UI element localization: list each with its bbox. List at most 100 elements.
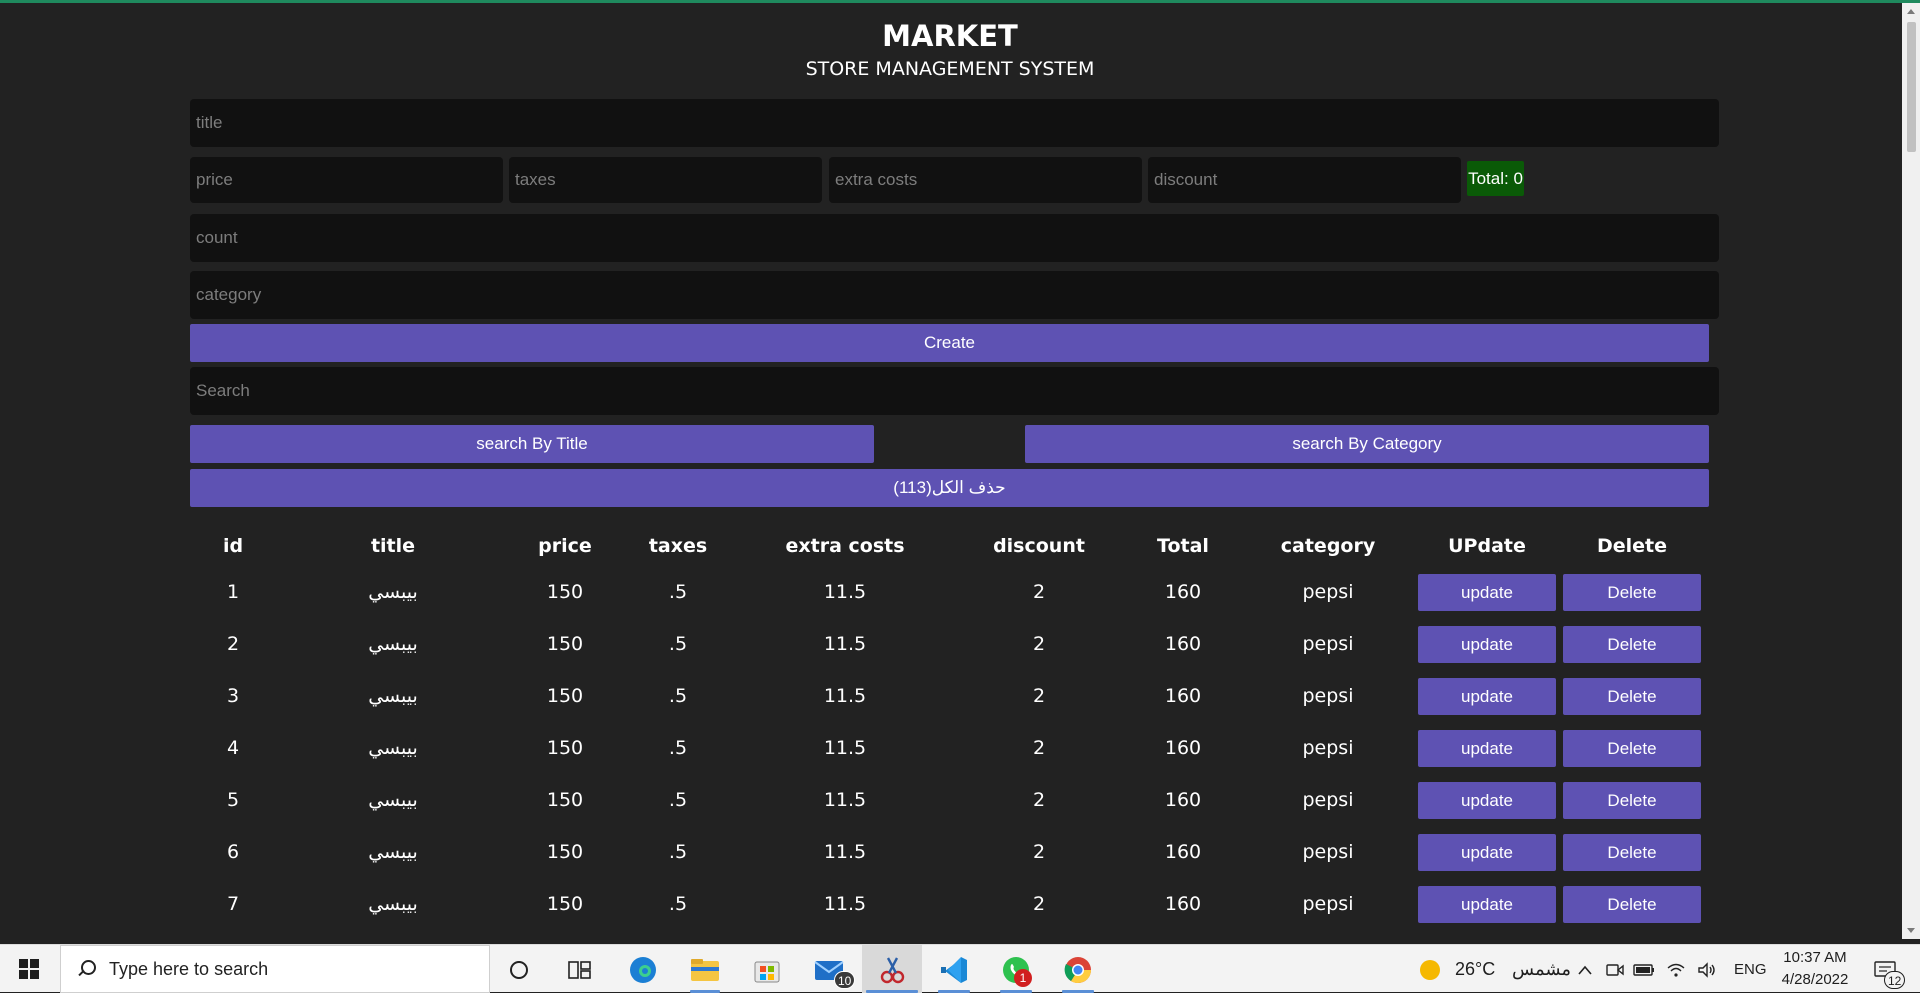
cell-price: 150: [546, 581, 584, 603]
cell-extra-costs: 11.5: [823, 581, 867, 603]
cell-extra-costs: 11.5: [823, 789, 867, 811]
scroll-down-icon[interactable]: [1907, 928, 1915, 933]
file-explorer-icon[interactable]: [688, 953, 722, 987]
cell-id: 2: [226, 633, 240, 655]
extra-costs-input[interactable]: [829, 157, 1142, 203]
table-row: 1 بيبسي 150 .5 11.5 2 160 pepsi update Delete: [190, 566, 1704, 618]
cell-discount: 2: [1032, 841, 1046, 863]
cell-id: 6: [226, 841, 240, 863]
price-input[interactable]: [190, 157, 503, 203]
total-badge: Total: 0: [1467, 161, 1524, 196]
update-button[interactable]: update: [1418, 729, 1556, 767]
cell-title: بيبسي: [368, 841, 418, 863]
cell-taxes: .5: [668, 633, 688, 655]
weather-temperature[interactable]: 26°C: [1455, 959, 1495, 980]
products-table: id title price taxes extra costs discoun…: [190, 526, 1704, 930]
cell-category: pepsi: [1302, 633, 1354, 655]
wifi-icon[interactable]: [1664, 953, 1688, 987]
update-button[interactable]: update: [1418, 885, 1556, 923]
delete-button[interactable]: Delete: [1563, 833, 1701, 871]
title-input[interactable]: [190, 99, 1719, 147]
store-icon[interactable]: [750, 953, 784, 987]
mail-badge: 10: [834, 971, 856, 989]
update-button[interactable]: update: [1418, 573, 1556, 611]
cell-taxes: .5: [668, 841, 688, 863]
page-title: MARKET: [882, 19, 1018, 53]
cell-taxes: .5: [668, 685, 688, 707]
app-page: MARKET STORE MANAGEMENT SYSTEM Total: 0 …: [0, 3, 1902, 939]
cell-extra-costs: 11.5: [823, 841, 867, 863]
update-cell: update: [1414, 826, 1560, 878]
update-cell: update: [1414, 618, 1560, 670]
col-header-discount: discount: [993, 535, 1085, 557]
delete-button[interactable]: Delete: [1563, 625, 1701, 663]
search-input[interactable]: [190, 367, 1719, 415]
delete-cell: Delete: [1560, 826, 1704, 878]
create-button[interactable]: Create: [190, 324, 1709, 362]
cell-title: بيبسي: [368, 789, 418, 811]
meet-now-icon[interactable]: [1604, 953, 1626, 987]
cell-discount: 2: [1032, 633, 1046, 655]
search-by-category-button[interactable]: search By Category: [1025, 425, 1709, 463]
col-header-id: id: [222, 535, 244, 557]
page-scrollbar[interactable]: [1902, 3, 1920, 939]
update-button[interactable]: update: [1418, 781, 1556, 819]
cell-taxes: .5: [668, 789, 688, 811]
cell-taxes: .5: [668, 737, 688, 759]
cell-category: pepsi: [1302, 737, 1354, 759]
cell-discount: 2: [1032, 789, 1046, 811]
start-button[interactable]: [0, 945, 58, 993]
cell-id: 3: [226, 685, 240, 707]
delete-button[interactable]: Delete: [1563, 885, 1701, 923]
scrollbar-thumb[interactable]: [1907, 22, 1916, 152]
cell-title: بيبسي: [368, 581, 418, 603]
col-header-category: category: [1280, 535, 1376, 557]
chevron-up-icon[interactable]: [1573, 953, 1597, 987]
cell-title: بيبسي: [368, 633, 418, 655]
cell-total: 160: [1164, 581, 1202, 603]
clock-time[interactable]: 10:37 AM: [1780, 949, 1850, 966]
count-input[interactable]: [190, 214, 1719, 262]
cell-title: بيبسي: [368, 685, 418, 707]
taskbar-search-box[interactable]: Type here to search: [60, 945, 490, 993]
windows-taskbar: Type here to search 10 1 26°C مشمس ENG 1…: [0, 944, 1920, 993]
col-header-delete: Delete: [1596, 535, 1668, 557]
col-header-taxes: taxes: [648, 535, 708, 557]
delete-button[interactable]: Delete: [1563, 677, 1701, 715]
delete-all-button[interactable]: حذف الكل(113): [190, 469, 1709, 507]
table-header-row: id title price taxes extra costs discoun…: [190, 526, 1704, 566]
chrome-icon[interactable]: [1061, 953, 1095, 987]
cell-taxes: .5: [668, 581, 688, 603]
volume-icon[interactable]: [1695, 953, 1719, 987]
delete-button[interactable]: Delete: [1563, 781, 1701, 819]
delete-button[interactable]: Delete: [1563, 573, 1701, 611]
cell-id: 1: [226, 581, 240, 603]
update-button[interactable]: update: [1418, 833, 1556, 871]
search-by-title-button[interactable]: search By Title: [190, 425, 874, 463]
weather-sun-icon[interactable]: [1412, 953, 1448, 987]
update-button[interactable]: update: [1418, 677, 1556, 715]
cell-price: 150: [546, 893, 584, 915]
clock-date[interactable]: 4/28/2022: [1776, 971, 1854, 988]
table-row: 5 بيبسي 150 .5 11.5 2 160 pepsi update Delete: [190, 774, 1704, 826]
page-subtitle: STORE MANAGEMENT SYSTEM: [805, 58, 1095, 80]
windows-logo-icon: [19, 959, 39, 979]
weather-condition[interactable]: مشمس: [1512, 959, 1571, 980]
scroll-up-icon[interactable]: [1907, 9, 1915, 14]
vscode-icon[interactable]: [937, 953, 971, 987]
update-button[interactable]: update: [1418, 625, 1556, 663]
category-input[interactable]: [190, 271, 1719, 319]
task-view-icon[interactable]: [563, 953, 597, 987]
cell-extra-costs: 11.5: [823, 893, 867, 915]
cortana-icon[interactable]: [502, 953, 536, 987]
cell-price: 150: [546, 633, 584, 655]
battery-icon[interactable]: [1632, 953, 1656, 987]
discount-input[interactable]: [1148, 157, 1461, 203]
update-cell: update: [1414, 566, 1560, 618]
language-indicator[interactable]: ENG: [1734, 961, 1767, 978]
delete-button[interactable]: Delete: [1563, 729, 1701, 767]
snipping-tool-icon[interactable]: [875, 953, 909, 987]
taxes-input[interactable]: [509, 157, 822, 203]
cell-total: 160: [1164, 841, 1202, 863]
edge-icon[interactable]: [626, 953, 660, 987]
